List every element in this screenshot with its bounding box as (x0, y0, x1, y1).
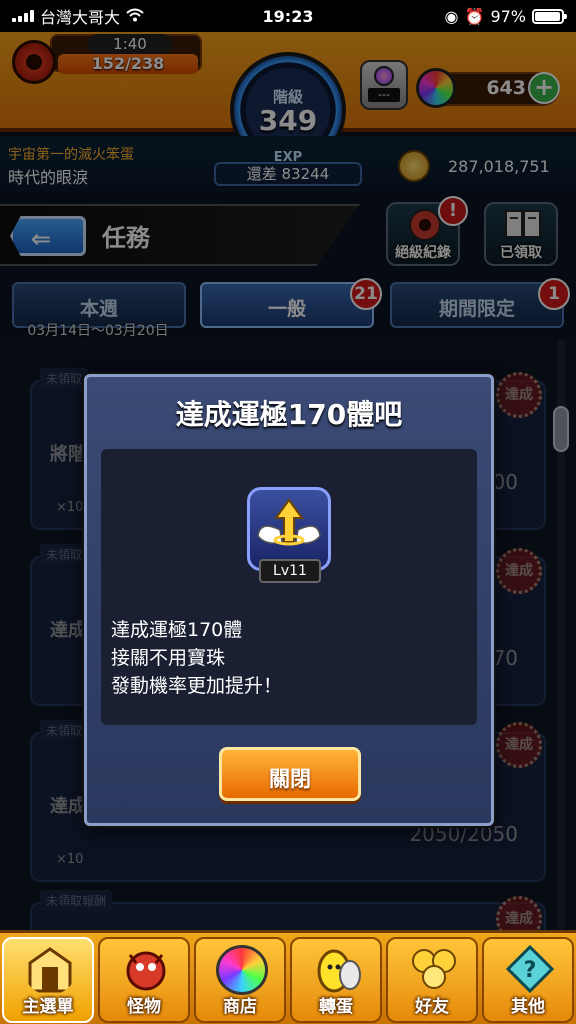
nav-label: 好友 (415, 997, 449, 1017)
nav-monsters[interactable]: 怪物 (98, 937, 190, 1023)
nav-main-menu[interactable]: 主選單 (2, 937, 94, 1023)
nav-label: 其他 (511, 997, 545, 1017)
rotation-lock-icon: ◉ (444, 6, 459, 26)
nav-friends[interactable]: 好友 (386, 937, 478, 1023)
bottom-nav: 主選單 怪物 商店 轉蛋 好友 ? 其他 (0, 930, 576, 1024)
close-button-label: 關閉 (269, 767, 311, 791)
battery-icon (532, 8, 567, 24)
description-line: 發動機率更加提升！ (111, 675, 283, 697)
svg-text:?: ? (524, 958, 537, 983)
nav-gacha[interactable]: 轉蛋 (290, 937, 382, 1023)
home-gate-icon (28, 947, 72, 993)
battery-percent: 97% (490, 6, 526, 26)
nav-label: 轉蛋 (319, 997, 353, 1017)
nav-label: 商店 (223, 997, 257, 1017)
dialog-content: Lv11 達成運極170體 接關不用寶珠 發動機率更加提升！ (101, 449, 477, 725)
skill-level-badge: Lv11 (259, 559, 321, 583)
description-line: 達成運極170體 (111, 619, 243, 641)
carrier-name: 台灣大哥大 (40, 8, 121, 27)
dragon-icon (126, 951, 166, 991)
nav-other[interactable]: ? 其他 (482, 937, 574, 1023)
egg-icon (317, 949, 361, 993)
dialog-title: 達成運極170體吧 (175, 398, 403, 431)
balloons-icon (412, 949, 456, 989)
alarm-icon: ⏰ (464, 6, 485, 26)
question-diamond-icon: ? (505, 945, 555, 994)
wifi-icon (126, 7, 144, 26)
close-button[interactable]: 關閉 (219, 747, 361, 801)
status-bar: 台灣大哥大 19:23 ◉ ⏰ 97% (0, 0, 576, 32)
mission-detail-dialog: 達成運極170體吧 Lv11 達成運極170體 接關不用寶珠 發動機率更加提升！… (84, 374, 494, 826)
description-line: 接關不用寶珠 (111, 647, 226, 669)
signal-icon (12, 10, 34, 22)
nav-shop[interactable]: 商店 (194, 937, 286, 1023)
rainbow-orb-icon (216, 945, 268, 995)
nav-label: 怪物 (127, 997, 161, 1017)
clock: 19:23 (262, 6, 314, 26)
nav-label: 主選單 (22, 997, 74, 1017)
